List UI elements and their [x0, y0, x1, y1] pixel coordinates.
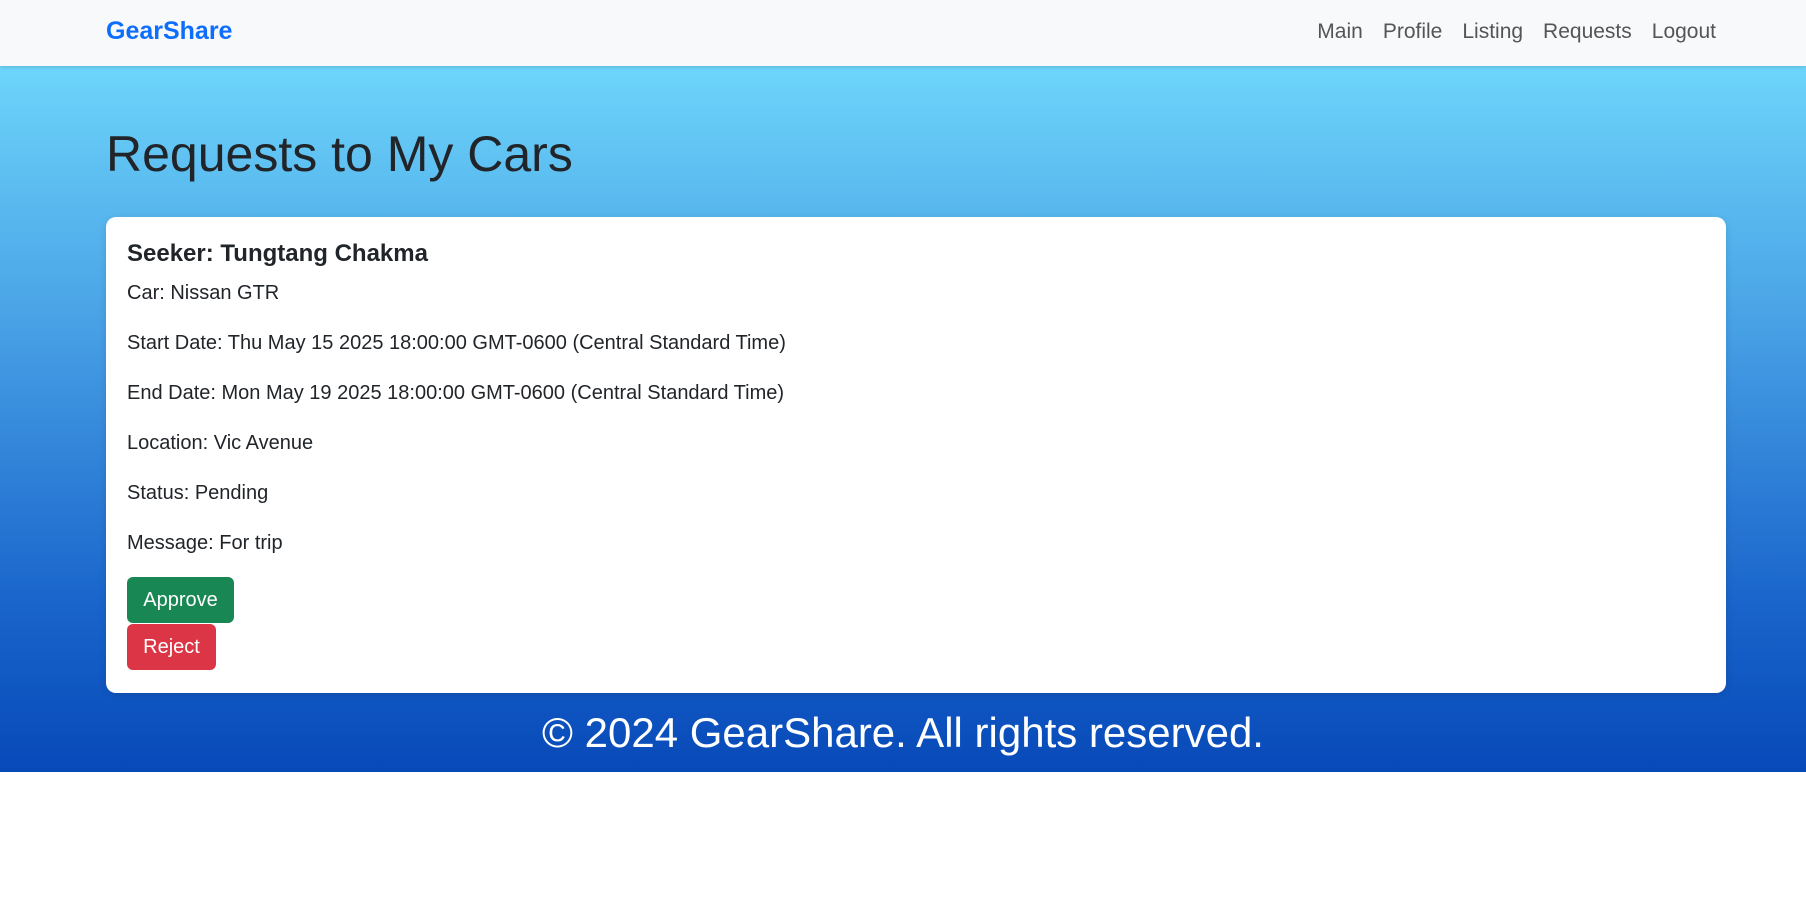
seeker-name: Seeker: Tungtang Chakma	[127, 240, 428, 267]
nav-link-main[interactable]: Main	[1317, 18, 1363, 46]
status-field: Status: Pending	[127, 482, 269, 504]
message-field: Message: For trip	[127, 532, 283, 554]
request-card: Seeker: Tungtang Chakma Car: Nissan GTR …	[106, 217, 1726, 693]
car-field: Car: Nissan GTR	[127, 282, 280, 304]
nav-link-profile[interactable]: Profile	[1383, 18, 1443, 46]
footer-copyright: © 2024 GearShare. All rights reserved.	[542, 709, 1264, 756]
brand-logo-link[interactable]: GearShare	[106, 16, 232, 46]
end-date-field: End Date: Mon May 19 2025 18:00:00 GMT-0…	[127, 382, 785, 404]
nav-link-listing[interactable]: Listing	[1462, 18, 1523, 46]
approve-button[interactable]: Approve	[127, 577, 234, 623]
location-field: Location: Vic Avenue	[127, 432, 314, 454]
main-content: Requests to My Cars Seeker: Tungtang Cha…	[0, 66, 1806, 772]
page-title: Requests to My Cars	[106, 126, 573, 182]
navbar: GearShare Main Profile Listing Requests …	[0, 0, 1806, 66]
nav-link-logout[interactable]: Logout	[1652, 18, 1716, 46]
nav-link-requests[interactable]: Requests	[1543, 18, 1632, 46]
start-date-field: Start Date: Thu May 15 2025 18:00:00 GMT…	[127, 332, 786, 354]
nav-links: Main Profile Listing Requests Logout	[1317, 18, 1716, 46]
reject-button[interactable]: Reject	[127, 624, 216, 670]
